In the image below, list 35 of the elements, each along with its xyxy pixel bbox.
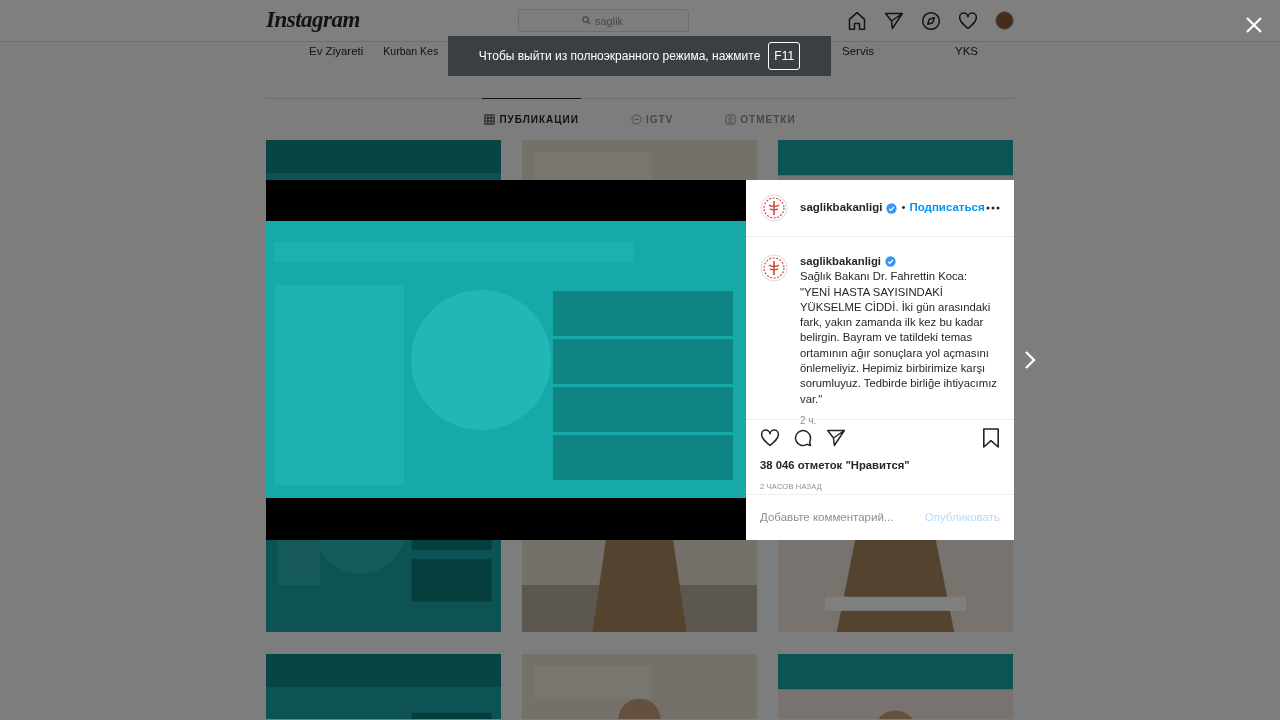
- next-button[interactable]: [1023, 350, 1037, 370]
- bookmark-button[interactable]: [982, 428, 1000, 448]
- caption-text: Sağlık Bakanı Dr. Fahrettin Koca: "YENİ HASTA SAYISINDAKİ YÜKSELME CİDDİ. İki gün arasındaki fark, yakın zamanda ilk kez bu kadar belirgin. Bayram ve tatildeki temas ortamının ağır sonuçlara yol açmasını önlemeliyiz. Hepimiz birbirimize karşı sorumluyuz. Tedbirde birliğe ihtiyacımız var.": [800, 269, 998, 407]
- close-icon: [1245, 16, 1263, 34]
- compass-icon[interactable]: [921, 10, 941, 31]
- igtv-icon: [630, 114, 642, 125]
- post-time: 2 ч.: [800, 413, 818, 428]
- like-button[interactable]: [760, 428, 780, 448]
- highlight-label[interactable]: Servis: [842, 44, 874, 59]
- username-link[interactable]: saglikbakanligi: [800, 254, 881, 270]
- search-icon: [581, 16, 591, 25]
- grid-icon: [484, 114, 496, 125]
- highlight-label[interactable]: Kurban Kes: [383, 44, 439, 59]
- profile-avatar[interactable]: [995, 11, 1014, 30]
- key-label: F11: [768, 42, 801, 70]
- separator-dot: •: [901, 200, 906, 216]
- tagged-icon: [725, 114, 737, 125]
- bookmark-icon: [982, 428, 1000, 448]
- chevron-icon: [1023, 350, 1037, 370]
- emblem-icon[interactable]: [760, 194, 788, 222]
- emblem-icon[interactable]: [760, 254, 788, 282]
- logo[interactable]: Instagram: [266, 3, 360, 38]
- highlight-label[interactable]: YKS: [955, 44, 978, 59]
- heart-icon[interactable]: [958, 10, 978, 31]
- more-icon[interactable]: [986, 206, 1000, 210]
- follow-link[interactable]: Подписаться: [909, 199, 985, 217]
- home-icon[interactable]: [847, 10, 867, 31]
- send-icon[interactable]: [826, 428, 846, 448]
- close-button[interactable]: [1245, 16, 1263, 34]
- like-count[interactable]: 38 046 отметок "Нравится": [760, 457, 1000, 474]
- highlight-label[interactable]: Ev Ziyareti: [309, 44, 364, 59]
- notice-text: Чтобы выйти из полноэкранного режима, нажмите: [478, 48, 761, 65]
- username-link[interactable]: saglikbakanligi: [800, 199, 883, 217]
- heart-icon: [760, 428, 780, 448]
- comment-icon[interactable]: [793, 428, 813, 448]
